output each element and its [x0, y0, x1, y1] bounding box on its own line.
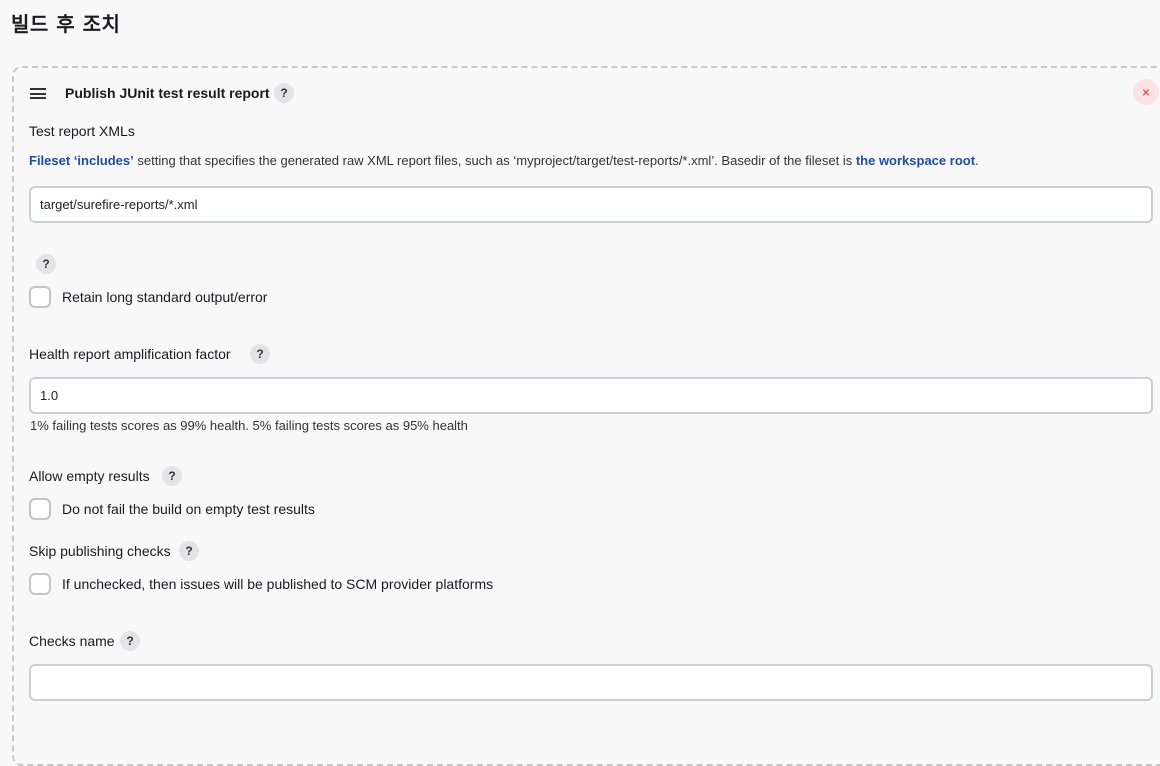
step-help-icon[interactable]: ? [274, 83, 294, 103]
allow-empty-help-icon[interactable]: ? [162, 466, 182, 486]
allow-empty-checkbox-label: Do not fail the build on empty test resu… [62, 501, 315, 517]
checks-name-help-icon[interactable]: ? [120, 631, 140, 651]
health-help-icon[interactable]: ? [250, 344, 270, 364]
skip-checks-checkbox[interactable] [29, 573, 51, 595]
fileset-includes-link[interactable]: Fileset ‘includes’ [29, 153, 134, 168]
checks-name-input[interactable] [29, 664, 1153, 701]
retain-output-checkbox[interactable] [29, 286, 51, 308]
checks-name-label: Checks name [29, 633, 115, 649]
drag-handle-icon[interactable] [30, 88, 46, 99]
workspace-root-link[interactable]: the workspace root [856, 153, 975, 168]
section-title: 빌드 후 조치 [11, 12, 121, 36]
allow-empty-label: Allow empty results [29, 468, 150, 484]
step-title: Publish JUnit test result report [65, 85, 270, 101]
health-factor-label: Health report amplification factor [29, 346, 231, 362]
post-build-step-card [12, 66, 1160, 766]
test-report-description: Fileset ‘includes’ setting that specifie… [29, 153, 979, 168]
retain-help-icon[interactable]: ? [36, 254, 56, 274]
skip-checks-checkbox-label: If unchecked, then issues will be publis… [62, 576, 494, 592]
skip-checks-label: Skip publishing checks [29, 543, 171, 559]
health-factor-input[interactable] [29, 377, 1153, 414]
allow-empty-checkbox[interactable] [29, 498, 51, 520]
health-factor-description: 1% failing tests scores as 99% health. 5… [30, 418, 468, 433]
test-report-desc-text: setting that specifies the generated raw… [133, 153, 856, 168]
skip-checks-help-icon[interactable]: ? [179, 541, 199, 561]
retain-output-label: Retain long standard output/error [62, 289, 268, 305]
test-report-xmls-input[interactable] [29, 186, 1153, 223]
delete-step-button[interactable]: × [1133, 79, 1159, 105]
test-report-label: Test report XMLs [29, 123, 135, 139]
test-report-desc-end: . [975, 153, 979, 168]
